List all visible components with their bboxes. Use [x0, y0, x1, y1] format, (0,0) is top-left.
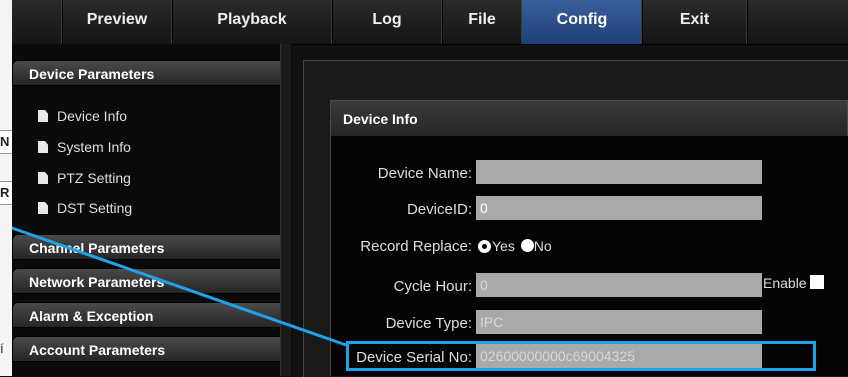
callout-line	[11, 226, 347, 347]
